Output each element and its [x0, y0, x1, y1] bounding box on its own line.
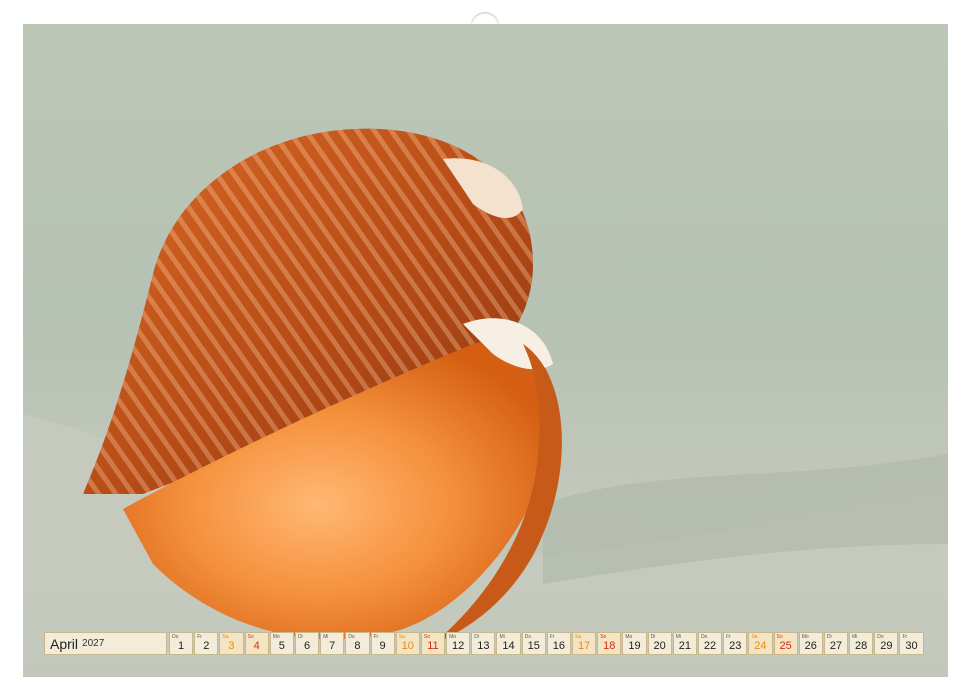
day-number: 9	[379, 640, 386, 652]
day-number: 3	[228, 640, 235, 652]
day-number: 25	[779, 640, 792, 652]
day-cell: Di 6	[294, 632, 320, 655]
day-number: 29	[880, 640, 893, 652]
day-cell: Mi 28	[849, 632, 874, 655]
day-number: 30	[905, 640, 918, 652]
day-cell: Fr 16	[546, 632, 571, 655]
day-number: 11	[427, 640, 439, 652]
day-cell: Mo 5	[269, 632, 294, 655]
day-cell: Mo 12	[446, 632, 471, 655]
day-cell: Di 13	[471, 632, 496, 655]
day-number: 14	[502, 640, 515, 652]
day-number: 27	[829, 640, 843, 652]
day-number: 13	[477, 640, 490, 652]
day-number: 16	[552, 640, 566, 652]
day-cell: Fr 2	[194, 632, 219, 655]
day-number: 23	[729, 640, 742, 652]
day-cell: Sa 10	[395, 632, 420, 655]
day-cell: Di 27	[823, 632, 849, 655]
day-cell: So 11	[420, 632, 446, 655]
day-cell: Do 8	[345, 632, 370, 655]
day-cell: Mo 19	[622, 632, 647, 655]
day-cell: Mi 14	[496, 632, 521, 655]
month-name: April	[50, 635, 79, 652]
day-cell: Sa 17	[572, 632, 597, 655]
day-cell: Fr 30	[899, 632, 924, 655]
seashell-photo	[23, 24, 948, 677]
day-number: 22	[703, 640, 717, 652]
day-cell: Fr 23	[723, 632, 748, 655]
day-number: 10	[401, 640, 414, 652]
day-cells: Do 1 Fr 2 Sa 3 So 4 Mo 5 Di 6 Mi 7 Do 8 Fr 9 Sa 10 So 11 Mo 12 D…	[169, 632, 925, 655]
day-cell: So 4	[244, 632, 269, 655]
day-number: 12	[452, 640, 465, 652]
day-number: 20	[653, 640, 666, 652]
day-number: 24	[754, 640, 767, 652]
day-cell: Sa 3	[219, 632, 244, 655]
day-cell: Mi 7	[320, 632, 345, 655]
day-cell: Do 29	[874, 632, 899, 655]
day-number: 15	[527, 640, 540, 652]
day-number: 19	[628, 640, 641, 652]
day-cell: Di 20	[647, 632, 672, 655]
day-number: 17	[577, 640, 591, 652]
day-number: 18	[603, 640, 616, 652]
day-number: 8	[354, 640, 361, 652]
day-cell: So 18	[597, 632, 622, 655]
day-cell: Do 22	[697, 632, 723, 655]
year: 2027	[82, 638, 105, 649]
day-number: 1	[178, 640, 185, 652]
calendar-photo	[23, 24, 948, 677]
day-cell: Do 15	[521, 632, 546, 655]
day-number: 6	[303, 640, 311, 652]
day-cell: Mi 21	[672, 632, 697, 655]
day-number: 7	[329, 640, 336, 652]
month-label-box: April 2027	[44, 632, 167, 655]
day-cell: Do 1	[169, 632, 194, 655]
day-number: 2	[203, 640, 210, 652]
day-cell: Mo 26	[798, 632, 823, 655]
day-number: 4	[253, 640, 260, 652]
day-number: 21	[678, 640, 691, 652]
day-cell: Sa 24	[748, 632, 773, 655]
day-number: 5	[278, 640, 285, 652]
calendar-strip: April 2027 Do 1 Fr 2 Sa 3 So 4 Mo 5 Di 6 Mi 7 Do 8 Fr 9 Sa…	[44, 632, 926, 655]
day-number: 26	[804, 640, 817, 652]
day-cell: Fr 9	[370, 632, 395, 655]
day-number: 28	[855, 640, 868, 652]
day-cell: So 25	[773, 632, 798, 655]
